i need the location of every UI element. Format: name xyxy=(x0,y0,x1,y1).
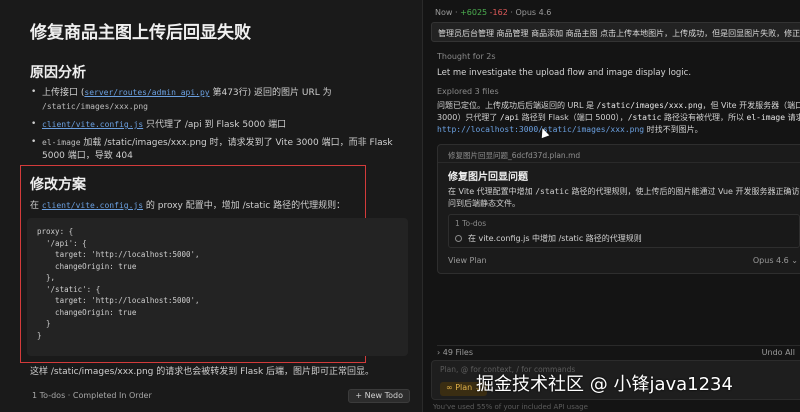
inline-code: /static/images/xxx.png xyxy=(42,102,148,111)
lines-removed: -162 xyxy=(489,8,508,17)
list-item: client/vite.config.js 只代理了 /api 到 Flask … xyxy=(30,118,410,132)
files-toggle[interactable]: › 49 Files xyxy=(437,348,473,357)
todo-list: 1 To-dos 在 vite.config.js 中增加 /static 路径… xyxy=(448,214,800,248)
changed-files-bar: › 49 Files Undo All ✕ xyxy=(437,345,800,359)
todo-radio-icon[interactable] xyxy=(455,235,462,242)
file-link[interactable]: server/routes/admin_api.py xyxy=(84,88,209,97)
plan-card: 修复图片回显问题_6dcfd37d.plan.md 修复图片回显问题 在 Vit… xyxy=(437,144,800,274)
code-content: proxy: { '/api': { target: 'http://local… xyxy=(37,227,200,340)
bullet-text: 上传接口 ( xyxy=(42,88,85,98)
plan-heading: 修改方案 xyxy=(30,177,86,193)
para-text: 请求 xyxy=(787,113,800,122)
plan-description: 在 client/vite.config.js 的 proxy 配置中，增加 /… xyxy=(30,198,345,211)
watermark-text: 掘金技术社区 @ 小锋java1234 xyxy=(476,374,733,395)
top-status: Now · +6025 -162 · Opus 4.6 xyxy=(435,8,551,17)
desc-text: 在 xyxy=(30,201,42,211)
explored-label[interactable]: Explored 3 files xyxy=(437,87,499,96)
plan-title: 修复图片回显问题 xyxy=(448,172,528,183)
file-link[interactable]: client/vite.config.js xyxy=(42,201,143,210)
inline-code: /static xyxy=(535,187,569,196)
file-link[interactable]: client/vite.config.js xyxy=(42,120,143,129)
divider xyxy=(438,162,800,163)
agent-chat-pane: Now · +6025 -162 · Opus 4.6 管理员后台管理 商品管理… xyxy=(422,0,800,412)
undo-all-button[interactable]: Undo All xyxy=(762,348,795,357)
model-name: · Opus 4.6 xyxy=(507,8,552,17)
desc-text: 的 proxy 配置中，增加 /static 路径的代理规则： xyxy=(143,201,346,211)
user-prompt[interactable]: 管理员后台管理 商品管理 商品添加 商品主图 点击上传本地图片，上传成功，但是回… xyxy=(431,22,800,42)
view-plan-button[interactable]: View Plan xyxy=(448,256,487,265)
todo-status: 1 To-dos · Completed In Order xyxy=(32,391,152,400)
agent-message: Let me investigate the upload flow and i… xyxy=(437,68,692,78)
page-title: 修复商品主图上传后回显失败 xyxy=(30,23,251,43)
usage-status: You've used 55% of your included API usa… xyxy=(433,403,588,411)
plan-document-pane: 修复商品主图上传后回显失败 原因分析 上传接口 (server/routes/a… xyxy=(0,0,422,412)
para-text: 路径没有被代理，所以 xyxy=(661,113,747,122)
plan-card-description: 在 Vite 代理配置中增加 /static 路径的代理规则，使上传后的图片能通… xyxy=(448,186,800,210)
todo-item[interactable]: 在 vite.config.js 中增加 /static 路径的代理规则 xyxy=(455,233,642,244)
plan-file-name[interactable]: 修复图片回显问题_6dcfd37d.plan.md xyxy=(448,150,580,161)
model-selector[interactable]: Opus 4.6 ⌄ xyxy=(753,256,798,265)
conclusion-text: 这样 /static/images/xxx.png 的请求也会被转发到 Flas… xyxy=(30,367,375,377)
para-text: 路径到 Flask（端口 5000）， xyxy=(519,113,628,122)
list-item: 上传接口 (server/routes/admin_api.py 第473行) … xyxy=(30,86,410,114)
todo-item-label: 在 vite.config.js 中增加 /static 路径的代理规则 xyxy=(468,234,642,243)
analysis-list: 上传接口 (server/routes/admin_api.py 第473行) … xyxy=(30,86,410,167)
para-text: 问题已定位。上传成功后后端返回的 URL 是 xyxy=(437,101,597,110)
bullet-text: 只代理了 /api 到 Flask 5000 端口 xyxy=(143,120,287,130)
bullet-text: 加载 /static/images/xxx.png 时，请求发到了 Vite 3… xyxy=(42,138,393,161)
bullet-text: 第473行) 返回的图片 URL 为 xyxy=(209,88,332,98)
desc-text: 在 Vite 代理配置中增加 xyxy=(448,187,536,196)
inline-code: /static xyxy=(627,113,662,122)
todo-count: 1 To-dos xyxy=(455,219,487,228)
code-block: proxy: { '/api': { target: 'http://local… xyxy=(27,218,408,356)
thought-label[interactable]: Thought for 2s xyxy=(437,52,496,61)
status-time: Now · xyxy=(435,8,461,17)
agent-diagnosis: 问题已定位。上传成功后后端返回的 URL 是 /static/images/xx… xyxy=(437,100,800,136)
analysis-heading: 原因分析 xyxy=(30,65,86,81)
inline-code: el-image xyxy=(42,138,81,147)
inline-code: el-image xyxy=(746,113,786,122)
para-text: 时找不到图片。 xyxy=(644,125,703,134)
todo-footer: 1 To-dos · Completed In Order + New Todo xyxy=(20,387,412,405)
new-todo-button[interactable]: + New Todo xyxy=(348,389,410,403)
lines-added: +6025 xyxy=(460,8,488,17)
inline-code: /api xyxy=(499,113,520,122)
list-item: el-image 加载 /static/images/xxx.png 时，请求发… xyxy=(30,136,410,163)
inline-code: /static/images/xxx.png xyxy=(596,101,703,110)
